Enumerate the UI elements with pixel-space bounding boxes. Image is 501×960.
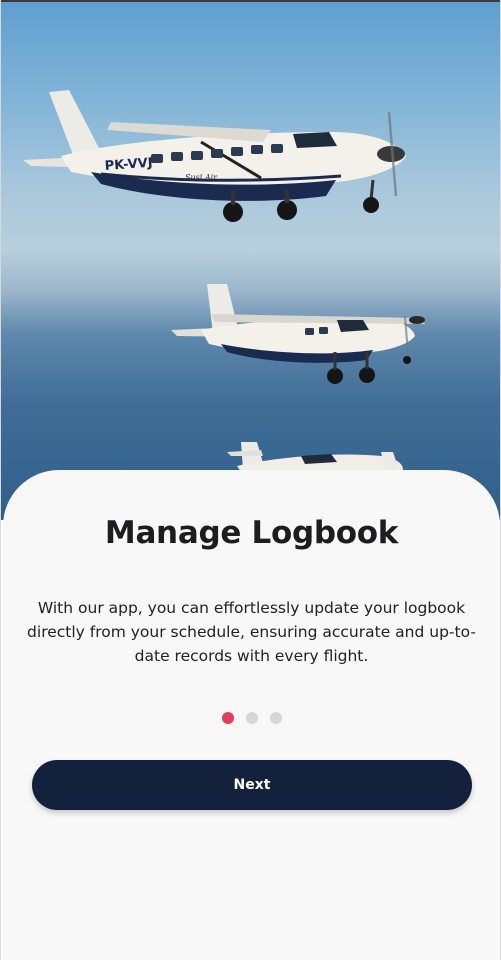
airplane-2 [171,284,425,384]
plane-livery-text: Susi Air [185,173,218,182]
airplane-3 [227,442,403,472]
hero-image-airplanes: PK-VVJ Susi Air [1,0,500,520]
airplane-1: PK-VVJ Susi Air [23,90,406,222]
next-button[interactable]: Next [32,760,472,810]
onboarding-screen: PK-VVJ Susi Air Manage Logbook With our … [0,0,501,960]
page-dot-3[interactable] [269,712,282,724]
page-dot-1[interactable] [221,712,234,724]
onboarding-title: Manage Logbook [104,515,399,551]
onboarding-description: With our app, you can effortlessly updat… [27,599,476,665]
status-bar-edge [1,0,500,2]
page-indicator [1,712,500,724]
page-dot-2[interactable] [245,712,258,724]
airplane-illustration: PK-VVJ Susi Air [23,90,425,472]
